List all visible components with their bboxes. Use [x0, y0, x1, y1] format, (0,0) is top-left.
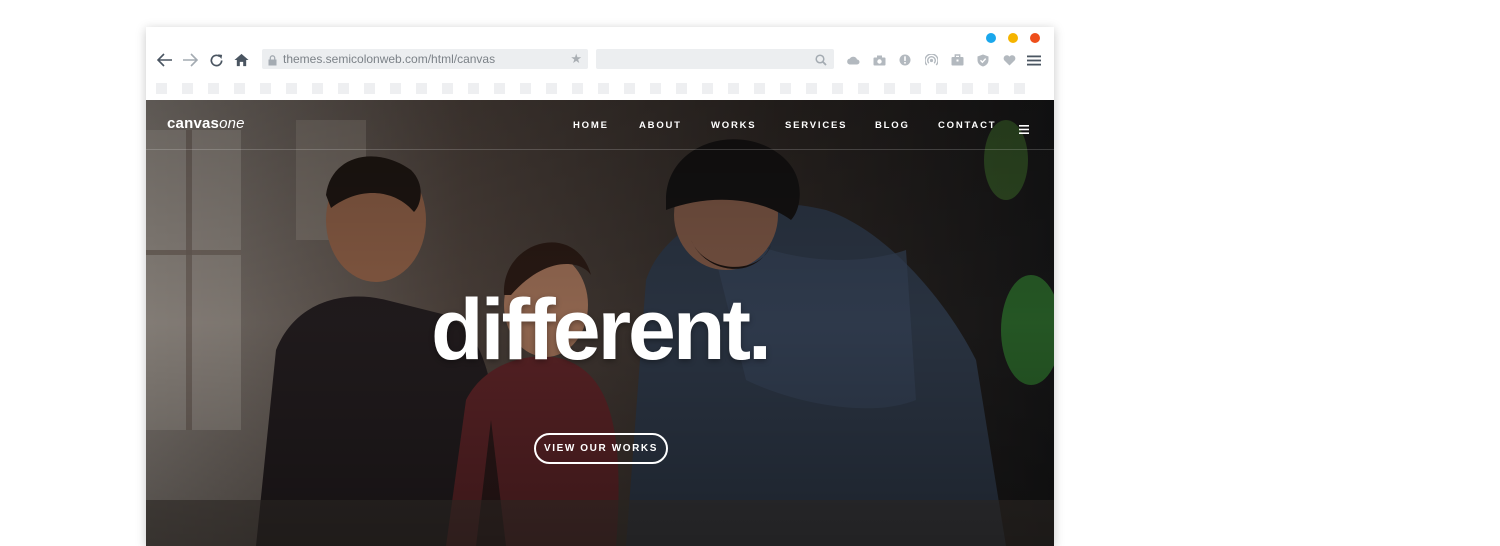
bookmark-placeholder[interactable] — [468, 83, 479, 94]
search-input[interactable] — [602, 51, 802, 67]
search-bar[interactable] — [596, 49, 834, 69]
star-icon[interactable]: ★ — [570, 51, 582, 67]
nav-item-home[interactable]: HOME — [573, 120, 609, 131]
bookmark-placeholder[interactable] — [546, 83, 557, 94]
address-bar[interactable]: themes.semicolonweb.com/html/canvas ★ — [262, 49, 588, 69]
bookmark-placeholder[interactable] — [910, 83, 921, 94]
cloud-icon[interactable] — [846, 53, 860, 67]
bookmark-placeholder[interactable] — [182, 83, 193, 94]
bookmark-placeholder[interactable] — [728, 83, 739, 94]
traffic-light-yellow[interactable] — [1008, 33, 1018, 43]
nav-item-blog[interactable]: BLOG — [875, 120, 910, 131]
bookmark-placeholder[interactable] — [572, 83, 583, 94]
shield-icon[interactable] — [976, 53, 990, 67]
bookmark-placeholder[interactable] — [520, 83, 531, 94]
wifi-icon[interactable] — [924, 53, 938, 67]
bookmark-placeholder[interactable] — [364, 83, 375, 94]
bookmark-placeholder[interactable] — [416, 83, 427, 94]
bookmark-placeholder[interactable] — [832, 83, 843, 94]
site-logo[interactable]: canvasone — [167, 115, 245, 132]
page-viewport: canvasone HOME ABOUT WORKS SERVICES BLOG… — [146, 100, 1054, 546]
traffic-light-red[interactable] — [1030, 33, 1040, 43]
bookmark-placeholder[interactable] — [156, 83, 167, 94]
menu-icon[interactable] — [1027, 53, 1041, 67]
bookmark-placeholder[interactable] — [988, 83, 999, 94]
reload-icon[interactable] — [207, 51, 225, 69]
camera-icon[interactable] — [872, 53, 886, 67]
bookmark-placeholder[interactable] — [858, 83, 869, 94]
forward-arrow-icon[interactable] — [181, 51, 199, 69]
nav-item-works[interactable]: WORKS — [711, 120, 756, 131]
bookmark-placeholder[interactable] — [390, 83, 401, 94]
site-header: canvasone HOME ABOUT WORKS SERVICES BLOG… — [146, 100, 1054, 150]
bookmarks-bar — [146, 77, 1054, 100]
lock-icon — [268, 53, 277, 71]
bookmark-placeholder[interactable] — [936, 83, 947, 94]
bookmark-placeholder[interactable] — [234, 83, 245, 94]
nav-item-contact[interactable]: CONTACT — [938, 120, 996, 131]
bookmark-placeholder[interactable] — [494, 83, 505, 94]
hero-title: different. — [431, 282, 772, 378]
home-icon[interactable] — [232, 51, 250, 69]
logo-italic-text: one — [219, 115, 245, 132]
browser-toolbar: themes.semicolonweb.com/html/canvas ★ — [146, 27, 1054, 100]
bookmark-placeholder[interactable] — [260, 83, 271, 94]
nav-item-services[interactable]: SERVICES — [785, 120, 847, 131]
bookmark-placeholder[interactable] — [754, 83, 765, 94]
heart-icon[interactable] — [1002, 53, 1016, 67]
bookmark-placeholder[interactable] — [208, 83, 219, 94]
bookmark-placeholder[interactable] — [884, 83, 895, 94]
bookmark-placeholder[interactable] — [1014, 83, 1025, 94]
bookmark-placeholder[interactable] — [286, 83, 297, 94]
search-icon[interactable] — [815, 53, 827, 71]
bookmark-placeholder[interactable] — [624, 83, 635, 94]
logo-bold-text: canvas — [167, 115, 220, 132]
browser-window: themes.semicolonweb.com/html/canvas ★ ca… — [146, 27, 1054, 546]
bookmark-placeholder[interactable] — [780, 83, 791, 94]
traffic-light-blue[interactable] — [986, 33, 996, 43]
bookmark-placeholder[interactable] — [806, 83, 817, 94]
bookmark-placeholder[interactable] — [598, 83, 609, 94]
bookmark-placeholder[interactable] — [676, 83, 687, 94]
info-icon[interactable] — [898, 53, 912, 67]
hamburger-menu-icon[interactable] — [1019, 121, 1029, 139]
view-our-works-button[interactable]: VIEW OUR WORKS — [534, 433, 668, 464]
bookmark-placeholder[interactable] — [962, 83, 973, 94]
briefcase-icon[interactable] — [950, 53, 964, 67]
bookmark-placeholder[interactable] — [650, 83, 661, 94]
bookmark-placeholder[interactable] — [312, 83, 323, 94]
bookmark-placeholder[interactable] — [338, 83, 349, 94]
nav-item-about[interactable]: ABOUT — [639, 120, 682, 131]
bookmark-placeholder[interactable] — [442, 83, 453, 94]
url-text: themes.semicolonweb.com/html/canvas — [283, 52, 496, 66]
back-arrow-icon[interactable] — [156, 51, 174, 69]
bookmark-placeholder[interactable] — [702, 83, 713, 94]
